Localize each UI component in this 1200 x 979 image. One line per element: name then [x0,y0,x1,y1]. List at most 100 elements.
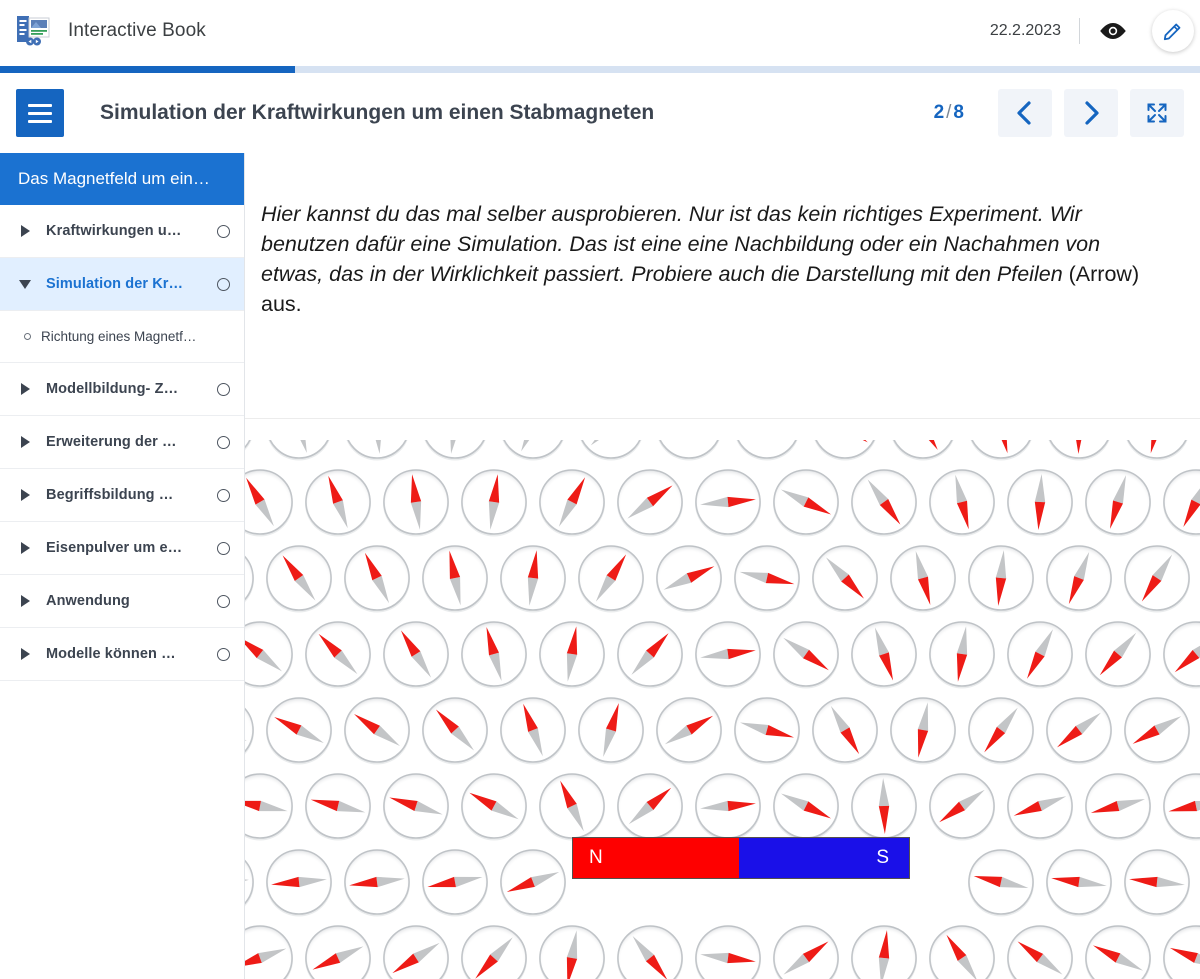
compass[interactable] [461,773,527,841]
compass[interactable] [245,925,293,979]
compass[interactable] [422,849,488,917]
compass[interactable] [890,697,956,765]
chevron-right-icon[interactable] [18,595,32,607]
compass[interactable] [245,698,254,765]
compass[interactable] [461,621,527,689]
compass[interactable] [1163,773,1200,841]
compass[interactable] [578,697,644,765]
compass[interactable] [245,621,293,689]
compass[interactable] [266,849,332,917]
compass[interactable] [695,621,761,689]
compass[interactable] [617,621,683,689]
sidebar-item-erweiterung[interactable]: Erweiterung der … [0,416,244,469]
compass[interactable] [929,773,995,841]
compass[interactable] [656,545,722,613]
compass[interactable] [1046,440,1112,461]
sidebar-subitem-richtung[interactable]: Richtung eines Magnetf… [0,311,244,363]
compass[interactable] [773,469,839,537]
sidebar-item-kraftwirkungen[interactable]: Kraftwirkungen u… [0,205,244,258]
compass[interactable] [1007,621,1073,689]
compass[interactable] [539,469,605,537]
compass[interactable] [968,849,1034,917]
chevron-right-icon[interactable] [18,542,32,554]
compass[interactable] [344,440,410,461]
compass[interactable] [617,773,683,841]
compass[interactable] [245,850,254,917]
progress-ring-icon[interactable] [217,594,230,608]
chevron-right-icon[interactable] [18,489,32,501]
compass[interactable] [1085,773,1151,841]
compass[interactable] [812,545,878,613]
compass[interactable] [383,621,449,689]
edit-button[interactable] [1152,10,1194,52]
compass[interactable] [266,545,332,613]
compass[interactable] [1124,849,1190,917]
compass[interactable] [773,925,839,979]
magnetic-field-simulation[interactable]: N S [245,440,1200,979]
compass[interactable] [245,440,254,461]
compass[interactable] [812,697,878,765]
compass[interactable] [539,621,605,689]
compass[interactable] [851,469,917,537]
sidebar-item-anwendung[interactable]: Anwendung [0,575,244,628]
chevron-right-icon[interactable] [18,648,32,660]
compass[interactable] [422,545,488,613]
prev-page-button[interactable] [998,89,1052,137]
compass[interactable] [461,925,527,979]
compass[interactable] [245,469,293,537]
compass[interactable] [929,621,995,689]
compass[interactable] [539,925,605,979]
compass[interactable] [1163,469,1200,537]
compass[interactable] [1046,545,1112,613]
progress-ring-icon[interactable] [217,488,230,502]
compass[interactable] [1085,469,1151,537]
compass[interactable] [890,440,956,461]
compass[interactable] [422,697,488,765]
toc-header[interactable]: Das Magnetfeld um ein… [0,153,244,205]
compass[interactable] [1046,697,1112,765]
compass[interactable] [968,697,1034,765]
chevron-right-icon[interactable] [18,436,32,448]
compass[interactable] [245,773,293,841]
compass[interactable] [890,545,956,613]
compass[interactable] [266,440,332,461]
compass[interactable] [1124,545,1190,613]
compass[interactable] [929,925,995,979]
compass[interactable] [734,545,800,613]
compass[interactable] [773,773,839,841]
compass[interactable] [1163,621,1200,689]
compass[interactable] [500,440,566,461]
chevron-down-icon[interactable] [18,279,32,289]
compass[interactable] [578,545,644,613]
progress-ring-icon[interactable] [217,435,230,449]
compass[interactable] [383,469,449,537]
sidebar-item-simulation[interactable]: Simulation der Kr… [0,258,244,311]
sidebar-item-begriffsbildung[interactable]: Begriffsbildung … [0,469,244,522]
progress-ring-icon[interactable] [217,382,230,396]
compass[interactable] [344,545,410,613]
sidebar-item-modellbildung[interactable]: Modellbildung- Z… [0,363,244,416]
compass[interactable] [1007,469,1073,537]
compass[interactable] [734,697,800,765]
compass[interactable] [656,697,722,765]
compass[interactable] [734,440,800,461]
compass[interactable] [539,773,605,841]
compass[interactable] [695,925,761,979]
compass[interactable] [851,925,917,979]
compass[interactable] [245,546,254,613]
sidebar-item-eisenpulver[interactable]: Eisenpulver um e… [0,522,244,575]
compass[interactable] [383,773,449,841]
compass[interactable] [266,697,332,765]
compass[interactable] [851,621,917,689]
compass[interactable] [1085,925,1151,979]
compass[interactable] [695,469,761,537]
compass[interactable] [383,925,449,979]
compass[interactable] [851,773,917,841]
compass[interactable] [344,849,410,917]
progress-ring-icon[interactable] [217,541,230,555]
next-page-button[interactable] [1064,89,1118,137]
compass[interactable] [305,925,371,979]
compass[interactable] [500,697,566,765]
compass[interactable] [617,925,683,979]
sidebar-item-modelle[interactable]: Modelle können … [0,628,244,681]
